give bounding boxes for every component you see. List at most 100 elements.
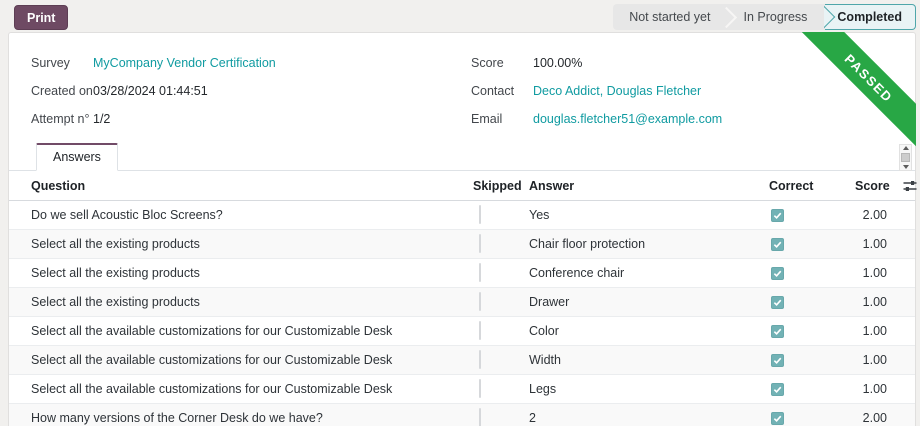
top-toolbar: Print Not started yet In Progress Comple… bbox=[0, 0, 920, 32]
correct-checkbox[interactable] bbox=[771, 209, 784, 222]
answers-table-header: Question Skipped Answer Correct Score bbox=[9, 171, 915, 201]
check-icon bbox=[773, 385, 782, 394]
stage-completed[interactable]: Completed bbox=[825, 4, 916, 30]
check-icon bbox=[773, 356, 782, 365]
answer-cell: Conference chair bbox=[529, 266, 769, 280]
header-answer[interactable]: Answer bbox=[529, 179, 769, 193]
table-row: Select all the available customizations … bbox=[9, 375, 915, 404]
tab-answers[interactable]: Answers bbox=[36, 143, 118, 171]
field-attempt-label: Attempt n° bbox=[31, 112, 93, 126]
table-row: Select all the existing products Chair f… bbox=[9, 230, 915, 259]
correct-checkbox[interactable] bbox=[771, 354, 784, 367]
correct-checkbox[interactable] bbox=[771, 383, 784, 396]
table-row: Select all the available customizations … bbox=[9, 346, 915, 375]
skipped-checkbox[interactable] bbox=[479, 263, 481, 282]
header-score[interactable]: Score bbox=[855, 179, 895, 193]
table-row: How many versions of the Corner Desk do … bbox=[9, 404, 915, 426]
correct-checkbox[interactable] bbox=[771, 238, 784, 251]
skipped-checkbox[interactable] bbox=[479, 350, 481, 369]
question-cell: Select all the available customizations … bbox=[31, 353, 473, 367]
field-survey-label: Survey bbox=[31, 56, 93, 70]
record-card: PASSED Survey MyCompany Vendor Certifica… bbox=[8, 32, 916, 426]
answer-cell: Yes bbox=[529, 208, 769, 222]
question-cell: Select all the existing products bbox=[31, 295, 473, 309]
correct-checkbox[interactable] bbox=[771, 296, 784, 309]
status-pill-inactive: Not started yet In Progress bbox=[613, 4, 829, 30]
notebook-tabbar: Answers bbox=[9, 143, 915, 171]
score-cell: 1.00 bbox=[855, 382, 895, 396]
answer-cell: Chair floor protection bbox=[529, 237, 769, 251]
question-cell: Select all the existing products bbox=[31, 237, 473, 251]
header-correct[interactable]: Correct bbox=[769, 179, 855, 193]
field-contact-label: Contact bbox=[471, 84, 533, 98]
question-cell: How many versions of the Corner Desk do … bbox=[31, 411, 473, 425]
attempt-value: 1/2 bbox=[93, 112, 110, 126]
info-section: Survey MyCompany Vendor Certification Cr… bbox=[9, 33, 915, 133]
table-row: Select all the existing products Drawer … bbox=[9, 288, 915, 317]
correct-checkbox[interactable] bbox=[771, 325, 784, 338]
score-cell: 2.00 bbox=[855, 208, 895, 222]
vertical-scrollbar[interactable] bbox=[899, 144, 912, 171]
correct-checkbox[interactable] bbox=[771, 267, 784, 280]
score-cell: 1.00 bbox=[855, 324, 895, 338]
score-value: 100.00% bbox=[533, 56, 582, 70]
table-row: Do we sell Acoustic Bloc Screens? Yes 2.… bbox=[9, 201, 915, 230]
score-cell: 2.00 bbox=[855, 411, 895, 425]
field-score-label: Score bbox=[471, 56, 533, 70]
header-skipped[interactable]: Skipped bbox=[473, 179, 529, 193]
check-icon bbox=[773, 211, 782, 220]
info-right-column: Score 100.00% Contact Deco Addict, Dougl… bbox=[462, 49, 915, 133]
contact-link[interactable]: Deco Addict, Douglas Fletcher bbox=[533, 84, 701, 98]
field-email: Email douglas.fletcher51@example.com bbox=[471, 105, 915, 133]
scrollbar-down-icon[interactable] bbox=[903, 165, 909, 169]
score-cell: 1.00 bbox=[855, 295, 895, 309]
survey-link[interactable]: MyCompany Vendor Certification bbox=[93, 56, 276, 70]
answer-cell: Drawer bbox=[529, 295, 769, 309]
field-created-on: Created on 03/28/2024 01:44:51 bbox=[31, 77, 462, 105]
skipped-checkbox[interactable] bbox=[479, 292, 481, 311]
skipped-checkbox[interactable] bbox=[479, 408, 481, 426]
check-icon bbox=[773, 269, 782, 278]
correct-checkbox[interactable] bbox=[771, 412, 784, 425]
info-left-column: Survey MyCompany Vendor Certification Cr… bbox=[9, 49, 462, 133]
stage-completed-label: Completed bbox=[837, 10, 902, 24]
stage-not-started[interactable]: Not started yet bbox=[613, 4, 726, 30]
field-contact: Contact Deco Addict, Douglas Fletcher bbox=[471, 77, 915, 105]
answer-cell: Color bbox=[529, 324, 769, 338]
skipped-checkbox[interactable] bbox=[479, 321, 481, 340]
check-icon bbox=[773, 240, 782, 249]
answer-cell: Width bbox=[529, 353, 769, 367]
check-icon bbox=[773, 298, 782, 307]
email-link[interactable]: douglas.fletcher51@example.com bbox=[533, 112, 722, 126]
question-cell: Select all the available customizations … bbox=[31, 324, 473, 338]
skipped-checkbox[interactable] bbox=[479, 234, 481, 253]
optional-columns-button[interactable] bbox=[901, 177, 919, 195]
check-icon bbox=[773, 327, 782, 336]
question-cell: Select all the available customizations … bbox=[31, 382, 473, 396]
score-cell: 1.00 bbox=[855, 237, 895, 251]
print-button[interactable]: Print bbox=[14, 5, 68, 30]
answers-table-body: Do we sell Acoustic Bloc Screens? Yes 2.… bbox=[9, 201, 915, 426]
field-survey: Survey MyCompany Vendor Certification bbox=[31, 49, 462, 77]
check-icon bbox=[773, 414, 782, 423]
skipped-checkbox[interactable] bbox=[479, 205, 481, 224]
question-cell: Do we sell Acoustic Bloc Screens? bbox=[31, 208, 473, 222]
created-on-value: 03/28/2024 01:44:51 bbox=[93, 84, 208, 98]
score-cell: 1.00 bbox=[855, 353, 895, 367]
header-question[interactable]: Question bbox=[31, 179, 473, 193]
field-attempt: Attempt n° 1/2 bbox=[31, 105, 462, 133]
score-cell: 1.00 bbox=[855, 266, 895, 280]
scrollbar-up-icon[interactable] bbox=[903, 146, 909, 150]
field-created-on-label: Created on bbox=[31, 84, 93, 98]
table-row: Select all the available customizations … bbox=[9, 317, 915, 346]
answer-cell: 2 bbox=[529, 411, 769, 425]
status-pipeline: Not started yet In Progress Completed bbox=[613, 4, 916, 30]
table-row: Select all the existing products Confere… bbox=[9, 259, 915, 288]
question-cell: Select all the existing products bbox=[31, 266, 473, 280]
answer-cell: Legs bbox=[529, 382, 769, 396]
skipped-checkbox[interactable] bbox=[479, 379, 481, 398]
field-score: Score 100.00% bbox=[471, 49, 915, 77]
field-email-label: Email bbox=[471, 112, 533, 126]
stage-in-progress[interactable]: In Progress bbox=[727, 4, 823, 30]
scrollbar-thumb[interactable] bbox=[901, 153, 910, 162]
